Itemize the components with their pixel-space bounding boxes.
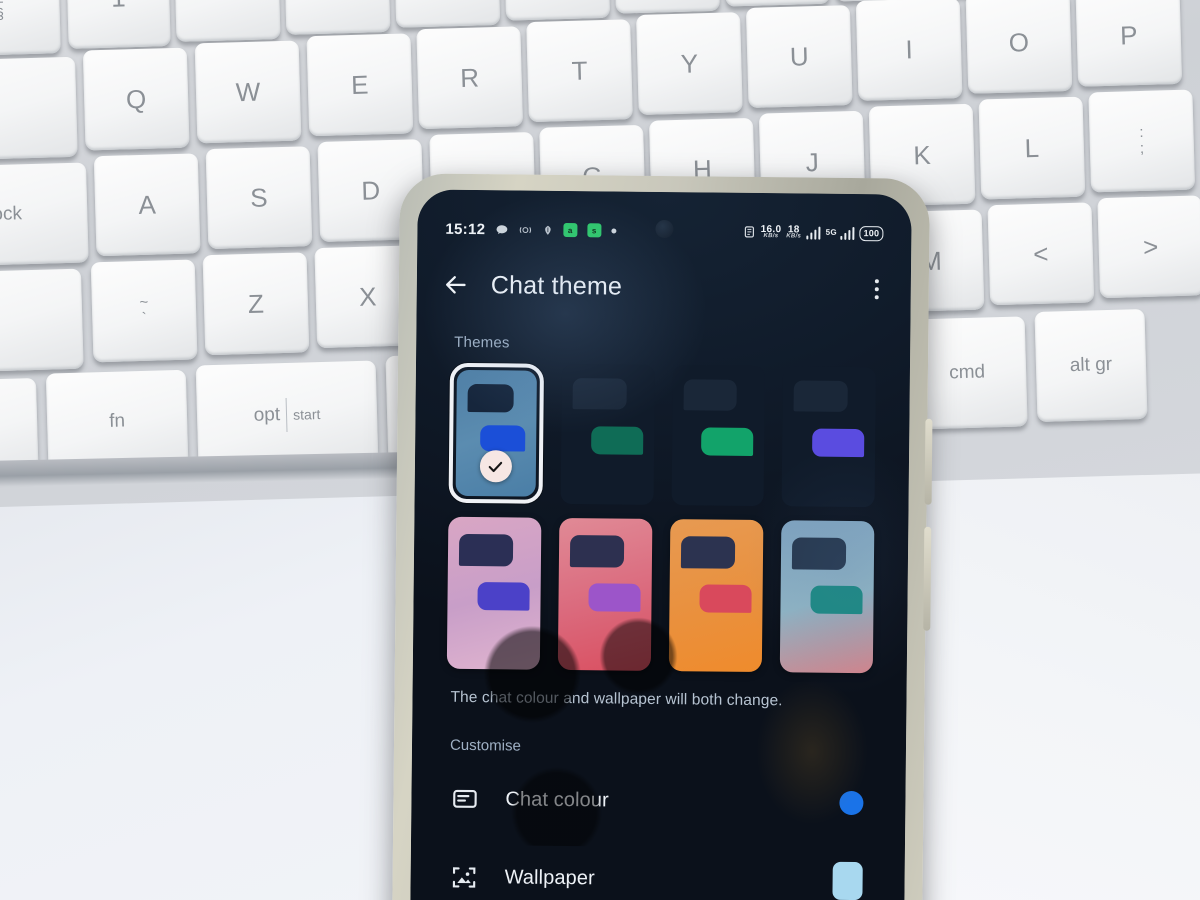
incoming-bubble-preview <box>572 378 627 410</box>
status-time: 15:12 <box>445 220 486 238</box>
key-6[interactable]: 6 <box>613 0 720 14</box>
chat-colour-row-swatch[interactable] <box>839 790 864 816</box>
key-l[interactable]: L <box>978 96 1086 200</box>
front-camera <box>655 219 674 239</box>
network-speed-1: 16.0 KB/s <box>760 223 782 240</box>
dark-theme-list <box>435 362 890 508</box>
customise-section-label: Customise <box>449 736 521 755</box>
theme-preview <box>455 369 537 497</box>
app-bar: Chat theme <box>417 255 912 318</box>
notification-dot-icon <box>611 227 617 234</box>
key-±-§[interactable]: ±§ <box>0 0 61 57</box>
theme-preview <box>781 366 877 508</box>
signal-bars-icon-1 <box>806 226 821 240</box>
power-button[interactable] <box>923 526 932 631</box>
theme-preview <box>671 365 766 507</box>
signal-bars-icon-2 <box>839 226 855 240</box>
key-i[interactable]: I <box>855 0 963 101</box>
vibrate-icon <box>518 223 532 236</box>
signal-5g-label: 5G <box>825 228 838 238</box>
key->[interactable]: > <box>1097 195 1200 299</box>
theme-wallpaper-pink[interactable] <box>446 516 542 670</box>
settings-content: Themes The chat colour and wallpaper wil… <box>410 317 910 900</box>
incoming-bubble-preview <box>467 383 515 413</box>
outgoing-bubble-preview <box>699 584 752 613</box>
key-u[interactable]: U <box>745 5 853 108</box>
battery-indicator: 100 <box>859 225 884 241</box>
app-badge-2: s <box>587 223 602 238</box>
outgoing-bubble-preview <box>588 583 641 612</box>
outgoing-bubble-preview <box>810 585 863 614</box>
kebab-menu-icon[interactable] <box>868 273 885 306</box>
back-arrow-icon[interactable] <box>443 272 469 298</box>
key-3[interactable]: 3 <box>283 0 391 35</box>
theme-preview <box>560 363 655 505</box>
theme-default-blue[interactable] <box>448 362 544 504</box>
outgoing-bubble-preview <box>477 582 530 611</box>
incoming-bubble-preview <box>680 536 736 569</box>
key-e[interactable]: E <box>306 33 414 137</box>
incoming-bubble-preview <box>793 380 848 412</box>
key-t[interactable]: T <box>526 19 633 123</box>
key-<[interactable]: < <box>987 202 1095 306</box>
key-4[interactable]: 4 <box>393 0 501 28</box>
key-q[interactable]: Q <box>82 47 190 151</box>
chat-colour-row[interactable]: Chat colour <box>431 770 886 833</box>
outgoing-bubble-preview <box>812 428 865 457</box>
key-s[interactable]: S <box>205 146 313 250</box>
theme-dark-purple[interactable] <box>781 366 877 508</box>
sim-icon <box>744 225 756 239</box>
chat-message-icon <box>449 784 479 814</box>
key-~-`[interactable]: ~ ` <box>90 259 198 363</box>
outgoing-bubble-preview <box>590 425 643 455</box>
theme-wallpaper-orange[interactable] <box>668 519 764 673</box>
incoming-bubble-preview <box>791 537 847 570</box>
customise-rows: Chat colour Wallpaper <box>430 770 885 900</box>
theme-dark-green[interactable] <box>671 365 766 507</box>
key-alt-gr[interactable]: alt gr <box>1034 308 1148 422</box>
app-badge-1: a <box>563 222 578 238</box>
key-1[interactable]: 1 <box>65 0 171 49</box>
setting-label: Chat colour <box>505 787 609 811</box>
key-2[interactable]: 2 <box>173 0 281 42</box>
smartphone: 15:12 a s 16.0 KB/s 18 KB/s 5G 100 Chat … <box>392 173 933 900</box>
key-a[interactable]: A <box>93 153 201 257</box>
wallpaper-row-swatch[interactable] <box>832 861 863 900</box>
check-icon <box>479 450 513 483</box>
key-5[interactable]: 5 <box>503 0 611 21</box>
theme-dark-teal[interactable] <box>560 363 655 505</box>
wallpaper-row[interactable]: Wallpaper <box>430 844 885 900</box>
themes-section-label: Themes <box>454 333 510 352</box>
incoming-bubble-preview <box>569 535 625 568</box>
theme-hint-text: The chat colour and wallpaper will both … <box>450 688 783 710</box>
outgoing-bubble-preview <box>480 425 526 452</box>
page-title: Chat theme <box>490 270 623 301</box>
key-p[interactable]: P <box>1075 0 1183 87</box>
chat-bubble-icon <box>495 223 508 236</box>
incoming-bubble-preview <box>683 379 738 411</box>
photo-scene: ±§1234567890tabQWERTYUIOPcaps lockASDFGH… <box>0 0 1200 900</box>
key-o[interactable]: O <box>965 0 1073 94</box>
key-caps-lock[interactable]: caps lock <box>0 162 89 269</box>
key-y[interactable]: Y <box>636 12 743 116</box>
bird-icon <box>542 223 553 236</box>
theme-wallpaper-red[interactable] <box>557 517 653 671</box>
network-speed-2: 18 KB/s <box>786 223 802 240</box>
incoming-bubble-preview <box>458 533 514 567</box>
wallpaper-theme-list <box>433 516 889 674</box>
outgoing-bubble-preview <box>701 427 754 456</box>
key-z[interactable]: Z <box>202 252 310 356</box>
key-w[interactable]: W <box>194 40 302 144</box>
key-tab[interactable]: tab <box>0 56 78 162</box>
key-:-;[interactable]: :; <box>1088 89 1196 193</box>
phone-screen: 15:12 a s 16.0 KB/s 18 KB/s 5G 100 Chat … <box>410 189 912 900</box>
setting-label: Wallpaper <box>504 865 595 889</box>
key-shift[interactable]: shift <box>0 268 84 375</box>
key-r[interactable]: R <box>416 26 524 130</box>
theme-wallpaper-blue[interactable] <box>779 520 875 674</box>
wallpaper-image-icon <box>448 862 478 892</box>
volume-button[interactable] <box>924 418 933 505</box>
